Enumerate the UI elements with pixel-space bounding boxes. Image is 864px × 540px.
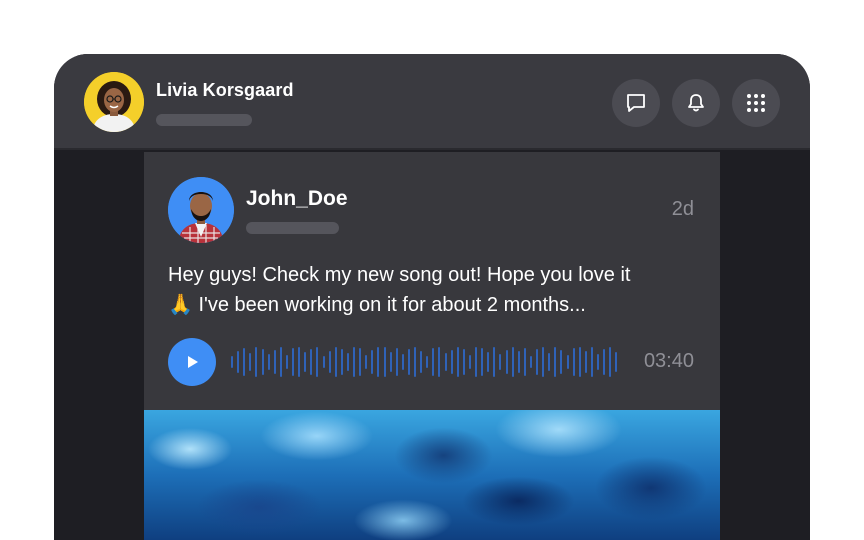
apps-button[interactable]: [732, 79, 780, 127]
waveform-bar: [340, 349, 343, 375]
audio-waveform[interactable]: [231, 344, 623, 380]
waveform-bar: [548, 353, 551, 371]
waveform-bar: [468, 355, 471, 369]
waveform-bar: [615, 352, 618, 372]
play-icon: [188, 356, 198, 368]
author-avatar-photo: [168, 177, 234, 243]
waveform-bar: [249, 353, 252, 371]
post-timestamp: 2d: [671, 198, 694, 220]
author-subtitle-placeholder: [246, 222, 339, 234]
waveform-bar: [426, 356, 429, 368]
chat-button[interactable]: [612, 79, 660, 127]
post-text: Hey guys! Check my new song out! Hope yo…: [168, 260, 698, 320]
waveform-bar: [395, 348, 398, 376]
waveform-bar: [401, 354, 404, 370]
waveform-bar: [377, 347, 380, 377]
waveform-bar: [590, 347, 593, 377]
waveform-bar: [279, 347, 282, 377]
waveform-bar: [237, 351, 240, 373]
waveform-bar: [523, 348, 526, 376]
waveform-bar: [243, 348, 246, 376]
waveform-bar: [432, 348, 435, 376]
waveform-bar: [359, 348, 362, 376]
waveform-bar: [383, 347, 386, 377]
top-bar: Livia Korsgaard: [54, 54, 810, 150]
waveform-bar: [334, 347, 337, 377]
waveform-bar: [273, 350, 276, 374]
post-card: John_Doe 2d Hey guys! Check my new song …: [144, 152, 720, 540]
waveform-bar: [298, 347, 301, 377]
author-avatar[interactable]: [168, 177, 234, 243]
waveform-bar: [603, 349, 606, 375]
waveform-bar: [444, 353, 447, 371]
waveform-bar: [322, 356, 325, 368]
waveform-bar: [267, 354, 270, 370]
waveform-bar: [542, 347, 545, 377]
waveform-bar: [255, 347, 258, 377]
waveform-bar: [597, 354, 599, 370]
apps-grid-icon: [747, 94, 765, 112]
waveform-bar: [346, 353, 349, 371]
waveform-bar: [414, 347, 416, 377]
waveform-bar: [493, 347, 496, 377]
author-name[interactable]: John_Doe: [246, 187, 348, 211]
bell-icon: [688, 94, 704, 112]
play-button[interactable]: [168, 338, 216, 386]
user-subtitle-placeholder: [156, 114, 252, 126]
waveform-bar: [304, 352, 307, 372]
waveform-bar: [462, 349, 465, 375]
waveform-bar: [584, 351, 587, 373]
waveform-bar: [487, 352, 490, 372]
waveform-bar: [505, 350, 508, 374]
waveform-bar: [499, 354, 502, 370]
waveform-bar: [554, 347, 557, 377]
waveform-bar: [365, 355, 368, 369]
user-avatar-photo: [84, 72, 144, 132]
waveform-bar: [420, 351, 423, 373]
waveform-bar: [609, 347, 612, 377]
waveform-bar: [450, 350, 453, 374]
post-text-line-1: Hey guys! Check my new song out! Hope yo…: [168, 264, 631, 286]
waveform-bar: [310, 349, 313, 375]
post-text-line-2: 🙏 I've been working on it for about 2 mo…: [168, 294, 586, 316]
waveform-bar: [328, 351, 331, 373]
waveform-bar: [475, 347, 477, 377]
waveform-bar: [316, 347, 319, 377]
waveform-bar: [536, 349, 538, 375]
audio-duration: 03:40: [643, 350, 694, 372]
notifications-button[interactable]: [672, 79, 720, 127]
waveform-bar: [285, 355, 288, 369]
chat-icon: [627, 94, 645, 112]
waveform-bar: [517, 351, 520, 373]
waveform-bar: [481, 348, 484, 376]
post-image[interactable]: [144, 410, 720, 540]
waveform-bar: [292, 348, 294, 376]
waveform-bar: [511, 347, 514, 377]
waveform-bar: [529, 356, 532, 368]
waveform-bar: [456, 347, 459, 377]
waveform-bar: [231, 356, 233, 368]
waveform-bar: [560, 350, 563, 374]
waveform-bar: [566, 355, 569, 369]
waveform-bar: [407, 349, 410, 375]
app-window: Livia Korsgaard John_Doe 2d Hey guys! Ch…: [54, 54, 810, 540]
waveform-bar: [578, 347, 581, 377]
waveform-bar: [353, 347, 355, 377]
waveform-bar: [572, 348, 575, 376]
waveform-bar: [438, 347, 441, 377]
waveform-bar: [371, 350, 374, 374]
user-avatar[interactable]: [84, 72, 144, 132]
waveform-bar: [389, 352, 392, 372]
waveform-bar: [261, 349, 264, 375]
user-name: Livia Korsgaard: [156, 80, 294, 100]
